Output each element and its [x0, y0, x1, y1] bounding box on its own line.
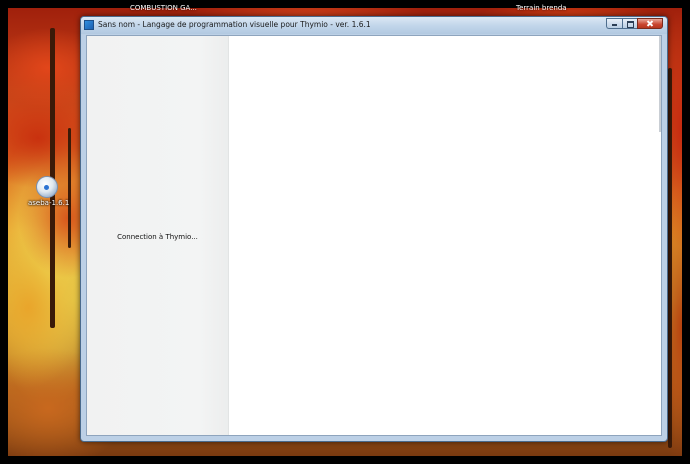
window-client-area: Connection à Thymio...	[86, 35, 662, 436]
desktop-icon-label-top-left[interactable]: COMBUSTION GA...	[130, 4, 197, 12]
app-window: Sans nom - Langage de programmation visu…	[80, 16, 668, 442]
tree-trunk	[668, 68, 672, 448]
maximize-button[interactable]	[622, 18, 637, 29]
installer-disc-icon	[36, 176, 58, 198]
minimize-button[interactable]	[606, 18, 622, 29]
caption-buttons	[606, 18, 663, 29]
desktop-icon-aseba[interactable]: aseba-1.6.1	[28, 176, 70, 207]
desktop-icon-label: aseba-1.6.1	[28, 199, 70, 207]
window-titlebar[interactable]: Sans nom - Langage de programmation visu…	[81, 17, 667, 34]
desktop-icon-label-top-right[interactable]: Terrain brenda	[516, 4, 567, 12]
thymio-app-icon[interactable]	[84, 20, 94, 30]
vertical-scrollbar[interactable]	[659, 36, 661, 132]
tree-trunk	[68, 128, 71, 248]
program-canvas[interactable]	[229, 36, 661, 435]
left-panel: Connection à Thymio...	[87, 36, 229, 435]
connection-status-text: Connection à Thymio...	[117, 233, 198, 241]
desktop-screen: COMBUSTION GA... Terrain brenda aseba-1.…	[0, 0, 690, 464]
window-title: Sans nom - Langage de programmation visu…	[98, 20, 371, 29]
close-button[interactable]	[637, 18, 663, 29]
